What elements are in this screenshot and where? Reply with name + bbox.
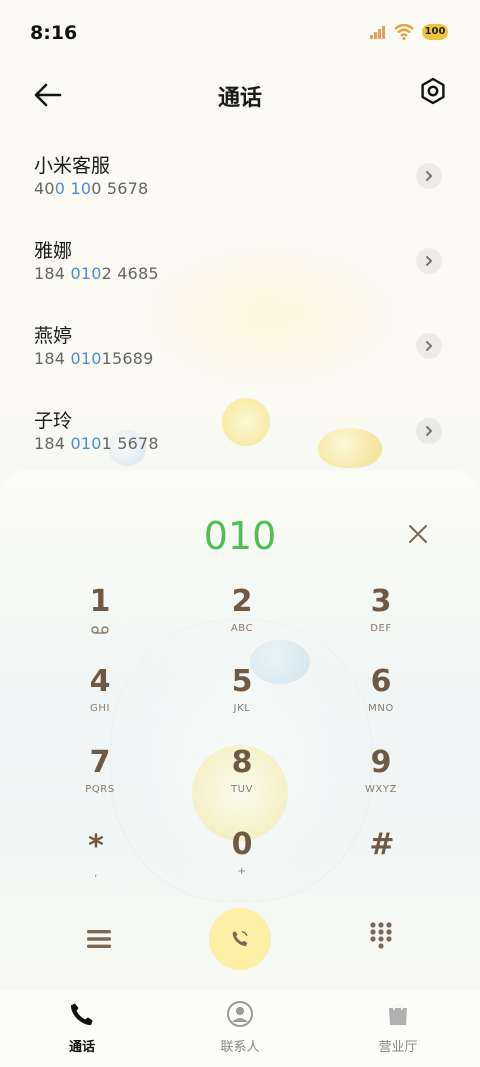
shopping-bag-icon <box>389 1003 407 1025</box>
contact-list: 小米客服 400 100 5678 雅娜 184 0102 4685 燕婷 18… <box>0 135 480 475</box>
phone-call-icon <box>232 930 248 946</box>
number-part: 2 4685 <box>101 264 159 283</box>
contact-item[interactable]: 燕婷 184 01015689 <box>0 305 480 390</box>
key-letters: + <box>237 866 247 877</box>
contact-item[interactable]: 子玲 184 0101 5678 <box>0 390 480 475</box>
key-digit: 7 <box>89 745 111 780</box>
dial-key-3[interactable]: 3 DEF <box>321 585 441 655</box>
signal-icon <box>370 26 385 39</box>
number-part: 1 5678 <box>101 434 159 453</box>
nav-label: 通话 <box>68 1040 95 1055</box>
dial-key-6[interactable]: 6 MNO <box>321 665 441 735</box>
key-digit: * <box>88 829 104 864</box>
dial-key-7[interactable]: 7 PQRS <box>40 746 160 816</box>
call-button[interactable] <box>209 908 271 970</box>
key-letters: WXYZ <box>364 784 398 795</box>
key-digit: # <box>369 827 395 862</box>
menu-icon <box>87 930 111 948</box>
nav-label: 联系人 <box>220 1040 260 1055</box>
nav-label: 营业厅 <box>378 1040 418 1055</box>
dial-key-0[interactable]: 0 + <box>182 828 302 898</box>
contact-item[interactable]: 小米客服 400 100 5678 <box>0 135 480 220</box>
contact-detail-button[interactable] <box>416 418 442 444</box>
key-letters: PQRS <box>85 784 115 795</box>
number-match: 010 <box>70 349 102 368</box>
status-bar: 8:16 100 <box>0 0 480 66</box>
number-part: 184 <box>34 434 71 453</box>
nav-tab-contacts[interactable]: 联系人 <box>180 1000 300 1060</box>
contact-name: 子玲 <box>34 410 73 432</box>
clear-button[interactable] <box>404 520 432 548</box>
person-icon <box>227 1001 253 1027</box>
contact-detail-button[interactable] <box>416 248 442 274</box>
number-part: 184 <box>34 349 71 368</box>
menu-button[interactable] <box>82 922 116 956</box>
key-letters: TUV <box>230 784 254 795</box>
status-icons: 100 <box>370 24 448 40</box>
key-digit: 1 <box>89 584 111 619</box>
keypad-icon <box>370 922 392 949</box>
dialer-panel: 010 1 2 ABC 3 DEF 4 GHI 5 JKL 6 MNO 7 PQ… <box>0 470 480 990</box>
key-digit: 4 <box>89 664 111 699</box>
dial-key-star[interactable]: * , <box>36 830 156 900</box>
dialer-actions <box>0 900 480 980</box>
keypad-toggle-button[interactable] <box>366 920 396 950</box>
key-digit: 5 <box>231 664 253 699</box>
chevron-right-icon <box>426 341 433 351</box>
dial-key-5[interactable]: 5 JKL <box>182 665 302 735</box>
settings-button[interactable] <box>418 76 448 106</box>
contact-detail-button[interactable] <box>416 163 442 189</box>
gear-icon <box>421 77 445 105</box>
key-letters: GHI <box>89 703 111 714</box>
close-icon <box>409 525 427 543</box>
key-letters: MNO <box>368 703 394 714</box>
key-digit: 9 <box>370 745 392 780</box>
voicemail-icon <box>91 626 109 634</box>
key-letters: ABC <box>230 623 254 634</box>
contact-name: 雅娜 <box>34 240 73 262</box>
key-digit: 8 <box>231 745 253 780</box>
dial-key-9[interactable]: 9 WXYZ <box>321 746 441 816</box>
dial-key-4[interactable]: 4 GHI <box>40 665 160 735</box>
number-match: 10 <box>70 179 92 198</box>
number-match: 010 <box>70 264 102 283</box>
key-digit: 6 <box>370 664 392 699</box>
header: 通话 <box>0 70 480 120</box>
number-part: 40 <box>34 179 55 198</box>
status-time: 8:16 <box>30 22 78 44</box>
contact-detail-button[interactable] <box>416 333 442 359</box>
number-match: 010 <box>70 434 102 453</box>
contact-number: 184 01015689 <box>34 349 153 368</box>
contact-name: 燕婷 <box>34 325 73 347</box>
nav-tab-calls[interactable]: 通话 <box>22 1000 142 1060</box>
key-letters: , <box>94 868 98 879</box>
key-digit: 0 <box>231 827 253 862</box>
contact-name: 小米客服 <box>34 155 111 177</box>
chevron-right-icon <box>426 426 433 436</box>
contact-item[interactable]: 雅娜 184 0102 4685 <box>0 220 480 305</box>
dial-key-1[interactable]: 1 <box>40 585 160 655</box>
contact-number: 184 0102 4685 <box>34 264 159 283</box>
page-title: 通话 <box>217 86 262 111</box>
number-part: 184 <box>34 264 71 283</box>
number-part: 15689 <box>101 349 154 368</box>
key-digit: 2 <box>231 584 253 619</box>
contact-number: 184 0101 5678 <box>34 434 159 453</box>
dial-key-hash[interactable]: # <box>322 828 442 898</box>
dial-key-8[interactable]: 8 TUV <box>182 746 302 816</box>
contact-number: 400 100 5678 <box>34 179 148 198</box>
bottom-navigation: 通话 联系人 营业厅 <box>0 990 480 1067</box>
key-letters: JKL <box>233 703 251 714</box>
chevron-right-icon <box>426 171 433 181</box>
phone-icon <box>70 1003 93 1026</box>
wifi-icon <box>394 24 414 40</box>
key-letters: DEF <box>370 623 392 634</box>
number-part: 0 5678 <box>91 179 149 198</box>
key-digit: 3 <box>370 584 392 619</box>
battery-indicator: 100 <box>422 24 448 40</box>
dial-key-2[interactable]: 2 ABC <box>182 585 302 655</box>
chevron-right-icon <box>426 256 433 266</box>
nav-tab-service-hall[interactable]: 营业厅 <box>338 1000 458 1060</box>
number-match: 0 <box>54 179 66 198</box>
